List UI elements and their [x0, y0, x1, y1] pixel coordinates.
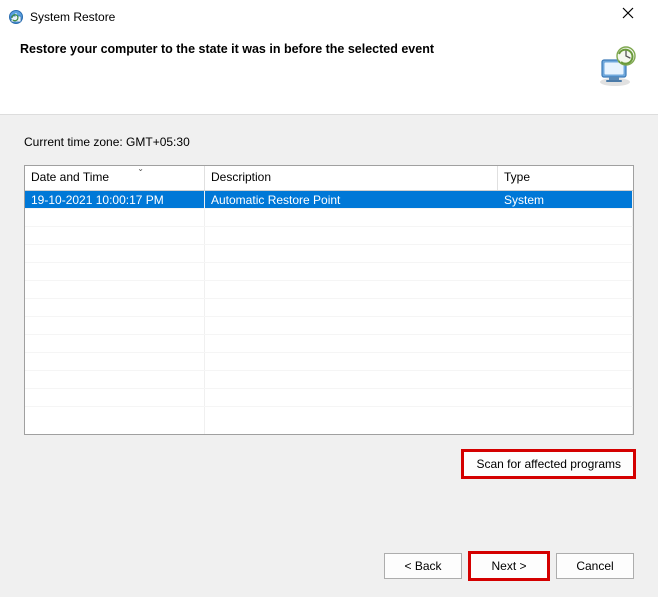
- sort-indicator-icon: ⌄: [137, 165, 144, 173]
- page-headline: Restore your computer to the state it wa…: [20, 42, 580, 56]
- table-row[interactable]: 19-10-2021 10:00:17 PM Automatic Restore…: [25, 191, 633, 209]
- titlebar: System Restore: [0, 0, 658, 32]
- table-header: Date and Time ⌄ Description Type: [25, 166, 633, 191]
- content-area: Current time zone: GMT+05:30 Date and Ti…: [0, 115, 658, 535]
- cell-description: Automatic Restore Point: [205, 192, 498, 208]
- back-button[interactable]: < Back: [384, 553, 462, 579]
- footer: < Back Next > Cancel: [0, 535, 658, 597]
- scan-affected-programs-button[interactable]: Scan for affected programs: [463, 451, 634, 477]
- header: Restore your computer to the state it wa…: [0, 32, 658, 115]
- restore-points-table[interactable]: Date and Time ⌄ Description Type 19-10-2…: [24, 165, 634, 435]
- system-restore-icon: [8, 9, 24, 25]
- cell-type: System: [498, 192, 633, 208]
- cancel-button[interactable]: Cancel: [556, 553, 634, 579]
- column-header-date[interactable]: Date and Time ⌄: [25, 166, 205, 190]
- column-header-description[interactable]: Description: [205, 166, 498, 190]
- next-button[interactable]: Next >: [470, 553, 548, 579]
- close-button[interactable]: [608, 1, 648, 29]
- close-icon: [622, 6, 634, 24]
- timezone-label: Current time zone: GMT+05:30: [24, 135, 634, 149]
- restore-hero-icon: [592, 42, 638, 88]
- cell-date: 19-10-2021 10:00:17 PM: [25, 192, 205, 208]
- column-header-type[interactable]: Type: [498, 166, 633, 190]
- table-body: 19-10-2021 10:00:17 PM Automatic Restore…: [25, 191, 633, 434]
- window-title: System Restore: [30, 10, 115, 24]
